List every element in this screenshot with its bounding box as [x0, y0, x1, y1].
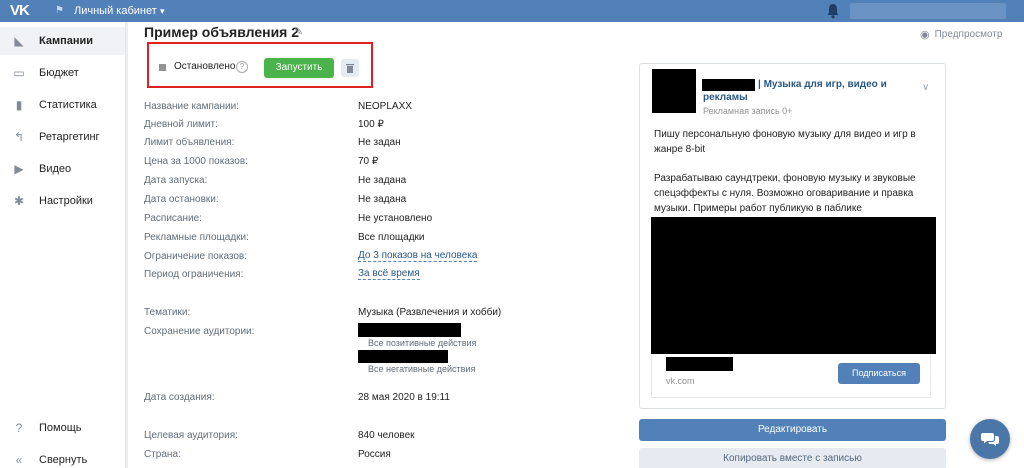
megaphone-icon: ◣ — [14, 34, 24, 48]
user-menu[interactable] — [850, 3, 1006, 19]
pencil-icon[interactable]: ✎ — [294, 25, 303, 38]
field-value: Музыка (Развлечения и хобби) — [358, 307, 502, 318]
field-label: Дата создания: — [144, 392, 215, 403]
link-domain: vk.com — [666, 376, 695, 386]
help-icon: ? — [15, 421, 23, 435]
avatar[interactable] — [652, 69, 696, 113]
vk-logo[interactable]: VK — [10, 3, 36, 19]
field-label: Дневной лимит: — [144, 119, 218, 130]
status-text: Остановлено — [174, 61, 236, 72]
subscribe-button[interactable]: Подписаться — [838, 363, 920, 384]
start-button[interactable]: Запустить — [264, 58, 334, 78]
status-indicator — [159, 64, 166, 71]
sidebar-item-label: Статистика — [39, 99, 97, 111]
edit-button[interactable]: Редактировать — [639, 419, 946, 441]
video-icon: ▶ — [14, 162, 24, 176]
field-value: NEOPLAXX — [358, 101, 412, 112]
main-panel: Пример объявления 2 ✎ ◉ Предпросмотр Ост… — [128, 22, 1024, 468]
trash-icon — [346, 64, 354, 73]
bell-icon[interactable] — [826, 3, 840, 19]
field-value: Все площадки — [358, 232, 425, 243]
field-label: Период ограничения: — [144, 269, 244, 280]
wallet-icon: ▭ — [13, 66, 25, 80]
gear-icon: ✱ — [13, 194, 25, 208]
audience-negative: Все негативные действия — [368, 364, 476, 374]
field-value: Не установлено — [358, 213, 433, 224]
sidebar-item-settings[interactable]: ✱ Настройки — [0, 187, 125, 215]
chevron-down-icon[interactable]: ∨ — [922, 82, 929, 93]
field-label: Дата остановки: — [144, 194, 219, 205]
field-label: Название кампании: — [144, 101, 239, 112]
copy-with-post-button[interactable]: Копировать вместе с записью — [639, 448, 946, 468]
preview-label: Предпросмотр — [934, 29, 1003, 40]
post-text: Разрабатываю саундтреки, фоновую музыку … — [654, 173, 916, 214]
impression-limit-link[interactable]: До 3 показов на человека — [358, 250, 478, 262]
group-name[interactable]: | Музыка для игр, видео и — [758, 78, 928, 92]
chevron-down-icon[interactable]: ▾ — [160, 4, 165, 18]
field-label: Страна: — [144, 449, 181, 460]
field-label: Цена за 1000 показов: — [144, 156, 248, 167]
sidebar-item-label: Бюджет — [39, 67, 79, 79]
redacted-audience — [358, 350, 448, 363]
retarget-icon: ↰ — [13, 130, 25, 144]
field-label: Целевая аудитория: — [144, 430, 238, 441]
chat-icon — [981, 433, 999, 446]
field-label: Дата запуска: — [144, 175, 208, 186]
help-icon[interactable]: ? — [236, 61, 248, 73]
sidebar-item-label: Видео — [39, 163, 72, 175]
sidebar-item-help[interactable]: ? Помощь — [0, 414, 125, 442]
page-title: Пример объявления 2 — [144, 24, 300, 40]
field-label: Расписание: — [144, 213, 202, 224]
sidebar-item-label: Свернуть — [39, 454, 88, 466]
field-value: Не задана — [358, 175, 407, 186]
sidebar-item-retargeting[interactable]: ↰ Ретаргетинг — [0, 123, 125, 151]
post-image — [651, 217, 936, 354]
field-label: Рекламные площадки: — [144, 232, 249, 243]
group-name[interactable]: рекламы — [703, 92, 748, 103]
sidebar-item-label: Ретаргетинг — [39, 131, 100, 143]
flag-icon: ⚑ — [55, 5, 64, 16]
sidebar-item-label: Настройки — [39, 195, 93, 207]
ad-preview-card: | Музыка для игр, видео и рекламы Реклам… — [639, 63, 946, 409]
field-label: Ограничение показов: — [144, 251, 248, 262]
preview-link[interactable]: ◉ Предпросмотр — [920, 28, 1002, 41]
field-value: 840 человек — [358, 430, 415, 441]
collapse-icon: « — [15, 453, 23, 467]
post-subtitle: Рекламная запись 0+ — [703, 106, 793, 116]
sidebar-item-campaigns[interactable]: ◣ Кампании — [0, 27, 125, 55]
eye-icon: ◉ — [920, 29, 930, 41]
audience-positive: Все позитивные действия — [368, 338, 477, 348]
top-bar: VK ⚑ Личный кабинет ▾ — [0, 0, 1024, 22]
chat-button[interactable] — [970, 419, 1010, 459]
redacted-group-name — [702, 79, 755, 91]
sidebar-item-statistics[interactable]: ▮ Статистика — [0, 91, 125, 119]
field-label: Сохранение аудитории: — [144, 326, 255, 337]
sidebar: ◣ Кампании ▭ Бюджет ▮ Статистика ↰ Ретар… — [0, 22, 126, 468]
delete-button[interactable] — [341, 59, 359, 77]
sidebar-item-label: Помощь — [39, 422, 82, 434]
sidebar-item-label: Кампании — [39, 35, 94, 47]
limit-period-link[interactable]: За всё время — [358, 268, 420, 280]
redacted-audience — [358, 323, 461, 337]
field-value: 100 ₽ — [358, 119, 384, 130]
field-label: Тематики: — [144, 307, 191, 318]
sidebar-collapse-button[interactable]: « Свернуть — [0, 446, 125, 468]
stats-icon: ▮ — [15, 98, 23, 112]
field-value: 70 ₽ — [358, 156, 379, 167]
field-value: 28 мая 2020 в 19:11 — [358, 392, 450, 403]
field-value: Не задан — [358, 137, 401, 148]
status-panel: Остановлено ? Запустить — [147, 42, 373, 88]
field-label: Лимит объявления: — [144, 137, 235, 148]
link-snippet: vk.com Подписаться — [651, 354, 931, 398]
cabinet-menu[interactable]: Личный кабинет — [74, 4, 157, 18]
sidebar-item-video[interactable]: ▶ Видео — [0, 155, 125, 183]
post-text: Пишу персональную фоновую музыку для вид… — [654, 129, 916, 155]
field-value: Россия — [358, 449, 391, 460]
sidebar-item-budget[interactable]: ▭ Бюджет — [0, 59, 125, 87]
redacted-title — [666, 357, 733, 371]
field-value: Не задана — [358, 194, 407, 205]
